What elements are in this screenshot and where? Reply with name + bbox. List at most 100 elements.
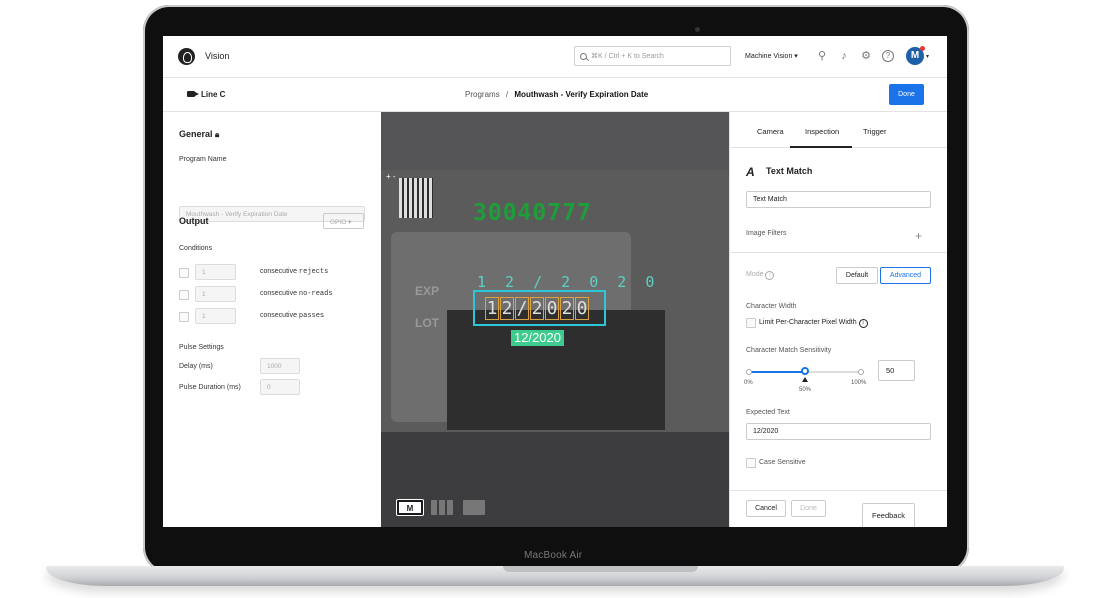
limit-width-checkbox[interactable] <box>746 318 756 328</box>
slider-max-label: 100% <box>851 380 867 386</box>
condition-count-field[interactable]: 1 <box>195 286 236 302</box>
breadcrumb-programs[interactable]: Programs <box>465 90 500 99</box>
breadcrumb-current: Mouthwash - Verify Expiration Date <box>514 90 649 99</box>
bell-icon[interactable]: ♪ <box>838 50 850 62</box>
tool-title: Text Match <box>766 166 813 176</box>
info-icon[interactable]: i <box>858 319 868 328</box>
pulse-duration-label: Pulse Duration (ms) <box>179 384 241 391</box>
search-icon <box>580 53 587 60</box>
workspace-dropdown[interactable]: Machine Vision ▾ <box>745 52 798 60</box>
roi-char: 1 <box>485 297 499 320</box>
video-camera-icon <box>187 91 199 97</box>
gear-icon[interactable]: ⚙ <box>860 50 872 62</box>
breadcrumb-separator: / <box>505 90 509 99</box>
slider-min-label: 0% <box>744 380 753 386</box>
gpio-select[interactable]: GPIO ▾ <box>323 213 364 229</box>
breadcrumb: Programs / Mouthwash - Verify Expiration… <box>465 90 648 99</box>
expected-text-label: Expected Text <box>746 409 790 416</box>
output-title: Output <box>179 216 209 226</box>
delay-field[interactable]: 1000 <box>260 358 300 374</box>
mode-label-text: Mode <box>746 271 764 278</box>
info-icon[interactable]: i <box>765 271 775 280</box>
sensitivity-slider-handle[interactable] <box>801 367 809 375</box>
slider-pointer <box>802 377 808 382</box>
device-label: MacBook Air <box>524 550 583 561</box>
condition-kind: no-reads <box>298 290 333 298</box>
camera-viewer: + - 30040777 EXP LOT 1 2 / 2 0 2 0 1 2 /… <box>381 112 729 527</box>
pulse-duration-field[interactable]: 0 <box>260 379 300 395</box>
tool-name-input[interactable]: Text Match <box>746 191 931 208</box>
add-filter-icon[interactable]: + <box>915 229 922 243</box>
text-match-icon: A <box>746 165 755 179</box>
program-name-label: Program Name <box>179 156 227 163</box>
cancel-button[interactable]: Cancel <box>746 500 786 517</box>
roi-char: 2 <box>500 297 514 320</box>
zoom-controls[interactable]: + - <box>386 172 396 181</box>
condition-count-field[interactable]: 1 <box>195 264 236 280</box>
webcam <box>695 27 700 32</box>
camera-top-area <box>381 112 729 170</box>
roi-char: 2 <box>560 297 574 320</box>
condition-prefix: consecutive <box>260 290 299 297</box>
inspection-panel: Camera Inspection Trigger A Text Match T… <box>729 112 947 527</box>
mode-advanced-button[interactable]: Advanced <box>880 267 931 284</box>
condition-label: consecutive no-reads <box>260 290 333 298</box>
feedback-button[interactable]: Feedback <box>862 503 915 527</box>
sensitivity-input[interactable]: 50 <box>878 360 915 381</box>
mode-label: Mode i <box>746 271 775 280</box>
condition-checkbox[interactable] <box>179 268 189 278</box>
match-result-label: 12/2020 <box>511 330 564 346</box>
roi-char: 0 <box>575 297 589 320</box>
top-header: Vision ⌘K / Ctrl + K to Search Machine V… <box>163 36 947 78</box>
done-button[interactable]: Done <box>889 84 924 105</box>
chevron-down-icon[interactable]: ▾ <box>926 53 929 60</box>
general-title: General 🔒︎ <box>179 129 219 140</box>
app-screen: Vision ⌘K / Ctrl + K to Search Machine V… <box>163 36 947 527</box>
live-camera-icon[interactable] <box>463 500 485 515</box>
condition-count-field[interactable]: 1 <box>195 308 236 324</box>
limit-width-label: Limit Per-Character Pixel Width i <box>759 319 868 328</box>
search-icon[interactable]: ⚲ <box>816 50 828 62</box>
date-region <box>447 310 665 430</box>
roi-char: / <box>515 297 529 320</box>
condition-checkbox[interactable] <box>179 290 189 300</box>
general-title-text: General <box>179 129 213 139</box>
image-filters-label: Image Filters <box>746 230 787 237</box>
single-view-button[interactable]: M <box>397 500 423 515</box>
laptop-notch <box>503 566 698 572</box>
tab-inspection[interactable]: Inspection <box>805 127 839 136</box>
search-input[interactable]: ⌘K / Ctrl + K to Search <box>574 46 731 66</box>
delay-label: Delay (ms) <box>179 363 213 370</box>
divider <box>730 252 947 253</box>
character-width-label: Character Width <box>746 303 797 310</box>
laptop-base <box>46 566 1064 586</box>
condition-checkbox[interactable] <box>179 312 189 322</box>
exp-label: EXP <box>415 284 440 298</box>
camera-image[interactable]: + - 30040777 EXP LOT 1 2 / 2 0 2 0 1 2 /… <box>381 170 729 432</box>
case-sensitive-checkbox[interactable] <box>746 458 756 468</box>
notification-dot <box>920 46 925 51</box>
tab-camera[interactable]: Camera <box>757 127 784 136</box>
sensitivity-label: Character Match Sensitivity <box>746 347 832 354</box>
left-settings-panel: General 🔒︎ Program Name Mouthwash - Veri… <box>163 112 381 527</box>
roi-char: 0 <box>545 297 559 320</box>
expected-text-input[interactable]: 12/2020 <box>746 423 931 440</box>
tab-trigger[interactable]: Trigger <box>863 127 886 136</box>
sub-header: Line C Programs / Mouthwash - Verify Exp… <box>163 78 947 112</box>
app-logo-icon[interactable] <box>178 48 195 65</box>
condition-kind: rejects <box>298 268 329 276</box>
search-placeholder: ⌘K / Ctrl + K to Search <box>591 53 664 60</box>
datamatrix-code <box>399 178 433 218</box>
case-sensitive-label: Case Sensitive <box>759 459 806 466</box>
done-disabled-button[interactable]: Done <box>791 500 826 517</box>
conditions-label: Conditions <box>179 245 213 252</box>
pulse-settings-title: Pulse Settings <box>179 344 224 351</box>
mode-default-button[interactable]: Default <box>836 267 878 284</box>
help-icon[interactable]: ? <box>882 50 894 62</box>
grid-view-icon[interactable] <box>431 500 453 515</box>
condition-prefix: consecutive <box>260 312 299 319</box>
limit-width-text: Limit Per-Character Pixel Width <box>759 319 857 326</box>
footer-divider <box>730 490 947 491</box>
app-title: Vision <box>205 51 230 61</box>
lot-label: LOT <box>415 316 439 330</box>
